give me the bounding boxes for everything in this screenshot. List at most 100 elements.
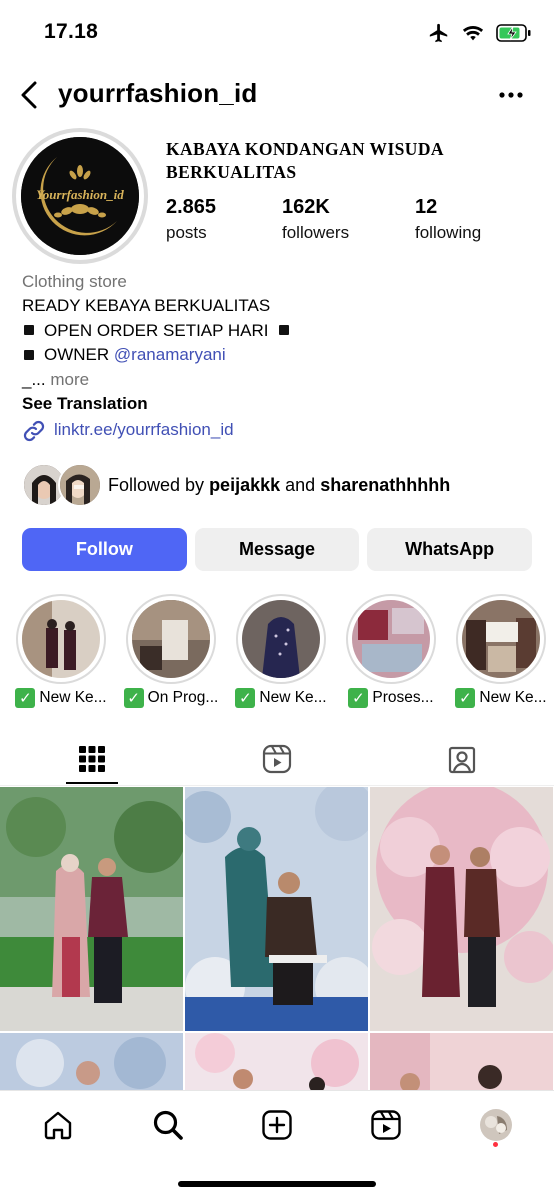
bio-line2: OPEN ORDER SETIAP HARI xyxy=(22,319,542,343)
avatar xyxy=(58,463,102,507)
square-bullet-icon xyxy=(24,325,34,336)
stat-posts-count: 2.865 xyxy=(166,196,217,218)
nav-home[interactable] xyxy=(38,1105,78,1145)
whatsapp-button[interactable]: WhatsApp xyxy=(367,528,533,571)
display-name-line2: BERKUALITAS xyxy=(166,162,297,182)
highlight-label: On Prog... xyxy=(147,689,219,706)
tab-posts-grid[interactable] xyxy=(0,732,184,786)
more-dots-icon xyxy=(499,92,523,98)
profile-tabs xyxy=(0,732,554,786)
stat-following[interactable]: 12 following xyxy=(415,196,481,243)
stat-followers-label: followers xyxy=(282,223,350,242)
highlight-cover xyxy=(462,600,540,678)
highlight-item[interactable]: ✓ On Prog... xyxy=(119,594,223,708)
chevron-left-icon xyxy=(21,81,37,109)
profile-avatar-icon xyxy=(480,1109,512,1141)
highlight-item[interactable]: ✓ New Ke... xyxy=(449,594,553,708)
check-mark-icon: ✓ xyxy=(348,688,369,708)
status-time: 17.18 xyxy=(44,20,99,43)
check-mark-icon: ✓ xyxy=(235,688,256,708)
post-thumbnail[interactable] xyxy=(185,787,368,1031)
home-indicator xyxy=(178,1181,376,1187)
more-options-button[interactable] xyxy=(496,80,526,110)
stat-followers-count: 162K xyxy=(282,196,330,218)
bio-line3-prefix: OWNER xyxy=(44,345,110,365)
add-post-icon xyxy=(262,1110,292,1140)
profile-username: yourrfashion_id xyxy=(58,78,258,108)
nav-reels[interactable] xyxy=(366,1105,406,1145)
active-tab-indicator xyxy=(66,782,118,784)
battery-charging-icon xyxy=(496,24,531,42)
highlight-label: New Ke... xyxy=(479,689,547,706)
followed-by-prefix: Followed by xyxy=(108,474,205,495)
bio-line2-text: OPEN ORDER SETIAP HARI xyxy=(44,320,269,340)
search-icon xyxy=(153,1110,183,1140)
highlight-item[interactable]: ✓ New Ke... xyxy=(229,594,333,708)
post-thumbnail[interactable] xyxy=(0,1033,183,1091)
link-icon xyxy=(23,420,45,441)
tab-tagged[interactable] xyxy=(370,732,554,786)
wifi-icon xyxy=(462,26,484,41)
highlight-item[interactable]: ✓ Proses... xyxy=(339,594,443,708)
post-thumbnail[interactable] xyxy=(185,1033,368,1091)
bio-external-link[interactable]: linktr.ee/yourrfashion_id xyxy=(22,418,542,442)
post-thumbnail[interactable] xyxy=(370,787,553,1031)
reels-icon xyxy=(262,744,292,774)
square-bullet-icon xyxy=(24,349,34,360)
stat-followers[interactable]: 162K followers xyxy=(282,196,349,243)
bio-line4-prefix: _... xyxy=(22,369,46,389)
mutual-avatars xyxy=(22,463,102,507)
mutual-user-1: peijakkk xyxy=(209,474,281,495)
highlight-cover xyxy=(22,600,100,678)
post-thumbnail[interactable] xyxy=(0,787,183,1031)
check-mark-icon: ✓ xyxy=(15,688,36,708)
message-button[interactable]: Message xyxy=(194,528,360,571)
nav-search[interactable] xyxy=(148,1105,188,1145)
highlight-label: Proses... xyxy=(372,689,434,706)
back-button[interactable] xyxy=(14,78,44,112)
bio-line1: READY KEBAYA BERKUALITAS xyxy=(22,296,271,316)
stat-posts[interactable]: 2.865 posts xyxy=(166,196,216,243)
bio-more-link[interactable]: more xyxy=(50,370,89,389)
nav-create[interactable] xyxy=(257,1105,297,1145)
nav-profile[interactable] xyxy=(476,1105,516,1145)
grid-icon xyxy=(79,746,105,772)
owner-mention-link[interactable]: @ranamaryani xyxy=(114,345,226,364)
profile-avatar[interactable]: Yourrfashion_id xyxy=(12,128,148,264)
home-icon xyxy=(44,1111,72,1140)
profile-bio: Clothing store READY KEBAYA BERKUALITAS … xyxy=(22,270,542,443)
check-mark-icon: ✓ xyxy=(455,688,476,708)
profile-header: yourrfashion_id xyxy=(0,72,554,118)
bio-line4: _... more xyxy=(22,368,542,392)
tab-reels[interactable] xyxy=(185,732,369,786)
followed-by-text: Followed by peijakkk and sharenathhhhh xyxy=(108,475,450,496)
see-translation-link[interactable]: See Translation xyxy=(22,392,542,416)
post-thumbnail[interactable] xyxy=(370,1033,553,1091)
followed-by[interactable]: Followed by peijakkk and sharenathhhhh xyxy=(22,462,542,508)
status-icons xyxy=(428,22,532,44)
story-highlights: ✓ New Ke... ✓ On Prog... ✓ New Ke... ✓ Prose… xyxy=(0,594,554,710)
bio-line3: OWNER @ranamaryani xyxy=(22,343,542,367)
follow-button[interactable]: Follow xyxy=(22,528,187,571)
airplane-icon xyxy=(429,23,448,43)
stat-following-count: 12 xyxy=(415,196,438,218)
profile-actions: Follow Message WhatsApp xyxy=(22,528,533,571)
posts-grid xyxy=(0,787,554,1091)
highlight-cover xyxy=(132,600,210,678)
logo-image: Yourrfashion_id xyxy=(21,137,139,255)
square-bullet-icon xyxy=(278,325,289,336)
highlight-cover xyxy=(352,600,430,678)
profile-display-name: KABAYA KONDANGAN WISUDA BERKUALITAS xyxy=(166,138,526,184)
logo-text: Yourrfashion_id xyxy=(36,187,124,202)
tagged-person-icon xyxy=(448,746,476,774)
reels-icon xyxy=(371,1110,401,1140)
bio-link-text: linktr.ee/yourrfashion_id xyxy=(54,420,234,440)
highlight-item[interactable]: ✓ New Ke... xyxy=(9,594,113,708)
highlight-cover xyxy=(242,600,320,678)
stat-following-label: following xyxy=(415,223,482,242)
mutual-user-2: sharenathhhhh xyxy=(320,474,451,495)
highlight-label: New Ke... xyxy=(39,689,107,706)
status-bar: 17.18 xyxy=(0,0,554,66)
check-mark-icon: ✓ xyxy=(123,688,144,708)
bio-category: Clothing store xyxy=(22,272,127,291)
